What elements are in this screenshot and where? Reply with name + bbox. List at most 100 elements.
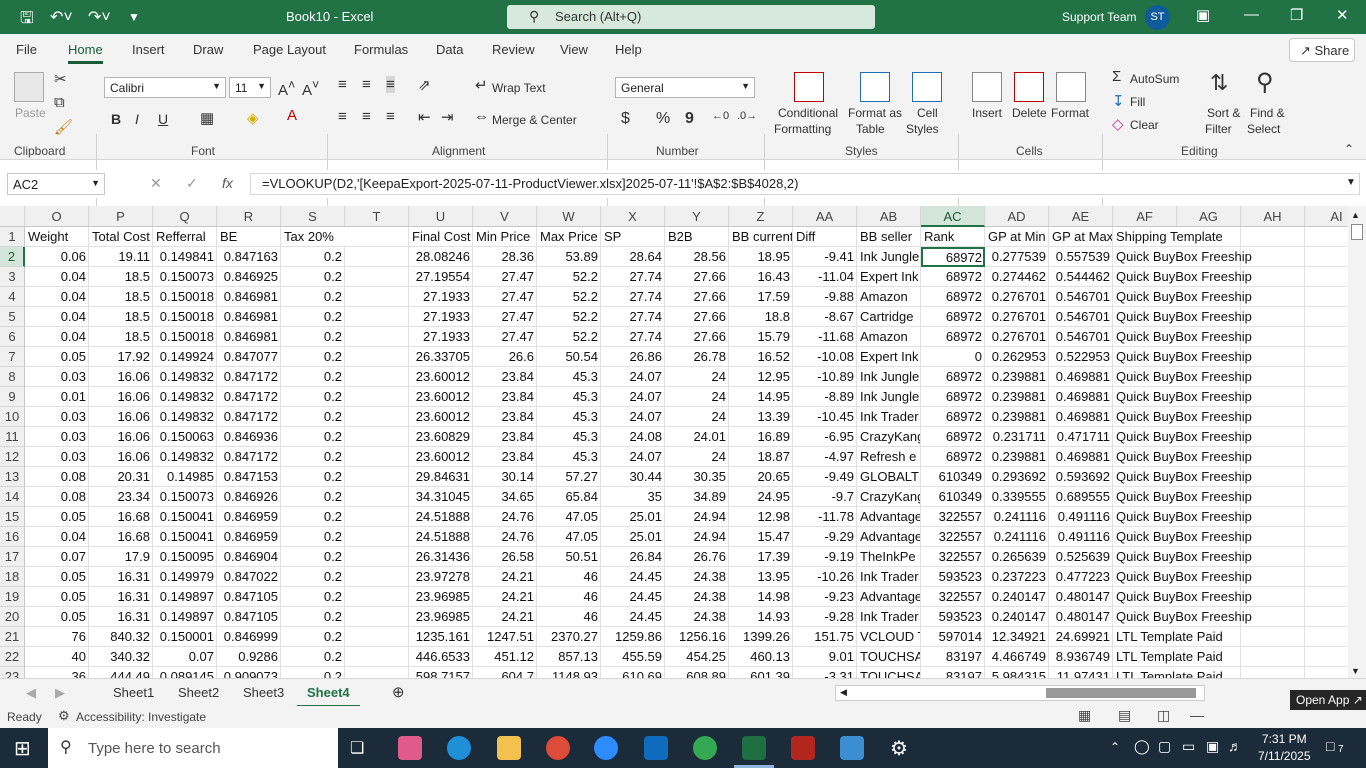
table-cell[interactable]: 12.98 [729,507,793,527]
row-header[interactable]: 2 [0,247,25,267]
table-cell[interactable]: 23.34 [89,487,153,507]
table-cell[interactable]: Ink Jungle [857,247,921,267]
row-header[interactable]: 1 [0,227,25,247]
row-header[interactable]: 3 [0,267,25,287]
table-cell[interactable]: 0.04 [25,287,89,307]
row-header[interactable]: 10 [0,407,25,427]
table-cell[interactable]: 0.241116 [985,527,1049,547]
table-cell[interactable]: 24.69921 [1049,627,1113,647]
table-cell[interactable]: 1247.51 [473,627,537,647]
table-cell[interactable] [345,667,409,678]
table-cell[interactable]: Quick BuyBox Freeship [1113,527,1252,547]
table-cell[interactable]: 0.277539 [985,247,1049,267]
table-cell[interactable]: 0.593692 [1049,467,1113,487]
network-icon[interactable]: ▣ [1206,738,1219,755]
table-cell[interactable]: 0.909073 [217,667,281,678]
table-cell[interactable]: 0.089145 [153,667,217,678]
redo-icon[interactable]: ↷˅ [88,7,111,27]
table-cell[interactable]: LTL Template Paid [1113,647,1223,667]
table-cell[interactable]: 23.97278 [409,567,473,587]
table-cell[interactable]: 0.546701 [1049,327,1113,347]
table-cell[interactable]: 15.79 [729,327,793,347]
table-cell[interactable]: 45.3 [537,427,601,447]
table-cell[interactable]: 23.60012 [409,367,473,387]
table-cell[interactable]: 0.846936 [217,427,281,447]
avatar[interactable]: ST [1145,5,1170,30]
column-title-cell[interactable]: Shipping Template [1113,227,1223,247]
scroll-left-icon[interactable]: ◀ [840,687,847,698]
table-cell[interactable]: 8.936749 [1049,647,1113,667]
table-cell[interactable]: 0.2 [281,367,345,387]
column-header[interactable]: AA [793,206,857,227]
table-cell[interactable]: 0.149832 [153,407,217,427]
table-cell[interactable]: 16.31 [89,587,153,607]
table-cell[interactable] [345,487,409,507]
decrease-font-icon[interactable]: A˅ [302,78,319,99]
table-cell[interactable]: 16.06 [89,387,153,407]
table-cell[interactable]: 0.150041 [153,507,217,527]
table-cell[interactable]: 610349 [921,487,985,507]
table-cell[interactable]: 23.60012 [409,407,473,427]
user-name[interactable]: Support Team [1062,10,1137,24]
column-title-cell[interactable]: GP at Min [985,227,1049,247]
table-cell[interactable]: 45.3 [537,387,601,407]
tab-review[interactable]: Review [492,42,535,57]
table-cell[interactable]: 608.89 [665,667,729,678]
format-cells-button[interactable]: Format [1051,106,1089,120]
table-cell[interactable]: 0.239881 [985,387,1049,407]
table-cell[interactable]: 28.64 [601,247,665,267]
row-header[interactable]: 4 [0,287,25,307]
table-cell[interactable]: 9.01 [793,647,857,667]
table-cell[interactable]: 11.97431 [1049,667,1113,678]
row-header[interactable]: 20 [0,607,25,627]
merge-center-button[interactable]: Merge & Center [492,113,577,127]
table-cell[interactable]: 446.6533 [409,647,473,667]
table-cell[interactable] [345,347,409,367]
table-cell[interactable]: 0.05 [25,507,89,527]
table-cell[interactable]: 340.32 [89,647,153,667]
table-cell[interactable]: 0.544462 [1049,267,1113,287]
font-size-select[interactable]: 11 ▼ [229,77,271,98]
filezilla-icon[interactable] [791,736,815,760]
table-cell[interactable]: 0.846959 [217,527,281,547]
column-header[interactable]: AG [1177,206,1241,227]
table-cell[interactable]: 0.06 [25,247,89,267]
sheet-tab-1[interactable]: Sheet1 [113,685,154,700]
table-cell[interactable]: 1148.93 [537,667,601,678]
table-cell[interactable]: 26.31436 [409,547,473,567]
table-cell[interactable]: 16.06 [89,427,153,447]
table-cell[interactable]: 26.86 [601,347,665,367]
table-cell[interactable]: 0.07 [25,547,89,567]
table-cell[interactable]: 460.13 [729,647,793,667]
fill-button[interactable]: Fill [1130,95,1145,109]
sheet-tab-2[interactable]: Sheet2 [178,685,219,700]
insert-cells-button[interactable]: Insert [972,106,1002,120]
table-cell[interactable]: 68972 [921,267,985,287]
table-cell[interactable]: 52.2 [537,287,601,307]
table-cell[interactable]: 18.5 [89,267,153,287]
table-cell[interactable]: LTL Template Paid [1113,667,1223,678]
table-cell[interactable] [345,547,409,567]
table-cell[interactable]: Quick BuyBox Freeship [1113,367,1252,387]
row-header[interactable]: 9 [0,387,25,407]
table-cell[interactable]: 25.01 [601,507,665,527]
comma-button[interactable]: 9 [685,110,694,128]
table-cell[interactable]: 17.39 [729,547,793,567]
scroll-up-icon[interactable]: ▲ [1351,210,1360,220]
table-cell[interactable]: 0.469881 [1049,367,1113,387]
table-cell[interactable]: 24.94 [665,527,729,547]
table-cell[interactable]: 27.74 [601,287,665,307]
table-cell[interactable]: 28.36 [473,247,537,267]
decrease-indent-icon[interactable]: ⇤ [418,108,431,126]
table-cell[interactable]: Quick BuyBox Freeship [1113,547,1252,567]
table-cell[interactable]: 0.04 [25,527,89,547]
table-cell[interactable]: 0.239881 [985,367,1049,387]
table-cell[interactable]: Quick BuyBox Freeship [1113,267,1252,287]
table-cell[interactable]: 151.75 [793,627,857,647]
table-cell[interactable]: Advantage [857,527,921,547]
orientation-icon[interactable]: ⇗ [418,76,431,94]
table-cell[interactable]: 593523 [921,567,985,587]
table-cell[interactable]: 0.241116 [985,507,1049,527]
table-cell[interactable]: 0.03 [25,427,89,447]
column-title-cell[interactable]: SP [601,227,665,247]
